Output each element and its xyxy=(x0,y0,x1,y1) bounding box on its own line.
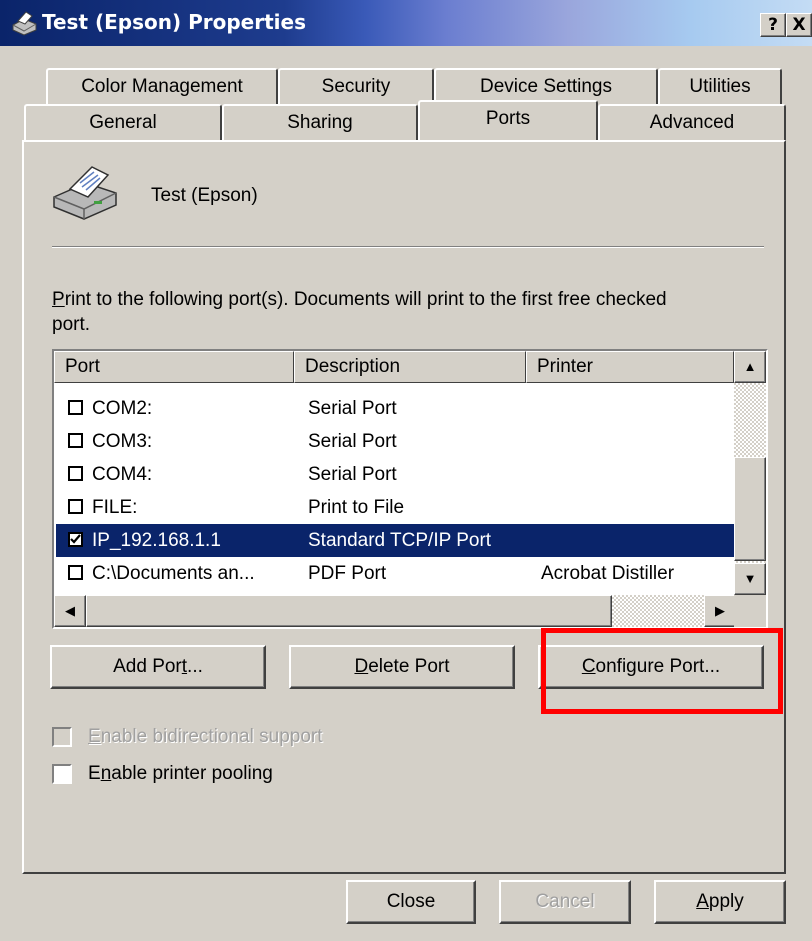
button-label: pply xyxy=(708,891,744,912)
horizontal-scrollbar[interactable]: ◀ ▶ xyxy=(54,595,736,627)
row-checkbox[interactable] xyxy=(68,400,83,415)
description-cell: Serial Port xyxy=(308,398,397,419)
scroll-right-button[interactable]: ▶ xyxy=(704,595,736,627)
instructions-body: rint to the following port(s). Documents… xyxy=(52,289,667,335)
vertical-scroll-thumb[interactable] xyxy=(734,457,766,561)
printer-pooling-label[interactable]: Enable printer pooling xyxy=(88,761,273,787)
table-row[interactable]: COM2: Serial Port xyxy=(56,392,736,425)
instructions-text: Print to the following port(s). Document… xyxy=(52,287,692,337)
tab-general[interactable]: General xyxy=(24,104,222,140)
printer-icon xyxy=(53,166,117,220)
port-cell: C:\Documents an... xyxy=(92,563,255,584)
horizontal-scroll-thumb[interactable] xyxy=(86,595,612,627)
port-cell: COM3: xyxy=(92,431,153,452)
tab-advanced[interactable]: Advanced xyxy=(598,104,786,140)
port-cell: COM4: xyxy=(92,464,153,485)
separator xyxy=(52,246,764,248)
port-list[interactable]: Port Description Printer COM2: Serial Po… xyxy=(52,349,768,629)
row-checkbox-checked[interactable] xyxy=(68,532,83,547)
button-label: Add Por xyxy=(113,656,182,677)
printer-icon xyxy=(12,11,37,36)
tab-ports[interactable]: Ports xyxy=(418,100,598,140)
tab-device-settings[interactable]: Device Settings xyxy=(434,68,658,104)
row-checkbox[interactable] xyxy=(68,499,83,514)
row-checkbox[interactable] xyxy=(68,466,83,481)
add-port-button[interactable]: Add Port... xyxy=(50,645,266,689)
button-accelerator: A xyxy=(696,891,709,912)
description-cell: PDF Port xyxy=(308,563,387,584)
table-row[interactable]: COM4: Serial Port xyxy=(56,458,736,491)
description-cell: Standard TCP/IP Port xyxy=(308,530,492,551)
button-label-end: elete Port xyxy=(368,656,450,677)
description-cell: Print to File xyxy=(308,497,405,518)
description-cell: Serial Port xyxy=(308,464,397,485)
column-header-description[interactable]: Description xyxy=(294,351,526,383)
scroll-up-button[interactable]: ▲ xyxy=(734,351,766,383)
description-cell: Serial Port xyxy=(308,431,397,452)
tab-color-management[interactable]: Color Management xyxy=(46,68,278,104)
help-button[interactable]: ? xyxy=(760,13,786,37)
button-accelerator: D xyxy=(354,656,369,677)
bidirectional-support-checkbox xyxy=(52,727,72,747)
column-header-port[interactable]: Port xyxy=(54,351,294,383)
port-cell: IP_192.168.1.1 xyxy=(92,530,221,551)
printer-cell: Acrobat Distiller xyxy=(541,563,675,584)
row-checkbox[interactable] xyxy=(68,565,83,580)
tab-security[interactable]: Security xyxy=(278,68,434,104)
scrollbar-corner xyxy=(734,595,766,627)
port-cell: FILE: xyxy=(92,497,138,518)
table-row[interactable]: FILE: Print to File xyxy=(56,491,736,524)
table-row[interactable]: COM3: Serial Port xyxy=(56,425,736,458)
table-row[interactable]: C:\Documents an... PDF Port Acrobat Dist… xyxy=(56,557,736,590)
apply-button[interactable]: Apply xyxy=(654,880,786,924)
printer-pooling-checkbox[interactable] xyxy=(52,764,72,784)
column-header-printer[interactable]: Printer xyxy=(526,351,734,383)
tab-sharing[interactable]: Sharing xyxy=(222,104,418,140)
scroll-down-button[interactable]: ▼ xyxy=(734,563,766,595)
delete-port-button[interactable]: Delete Port xyxy=(289,645,515,689)
row-checkbox[interactable] xyxy=(68,433,83,448)
highlight-box xyxy=(541,628,783,714)
bidirectional-support-label: Enable bidirectional support xyxy=(88,726,323,747)
close-window-button[interactable]: X xyxy=(786,13,812,37)
close-button[interactable]: Close xyxy=(346,880,476,924)
table-row-selected[interactable]: IP_192.168.1.1 Standard TCP/IP Port xyxy=(56,524,736,557)
vertical-scrollbar[interactable]: ▲ ▼ xyxy=(734,351,766,595)
cancel-button: Cancel xyxy=(499,880,631,924)
port-cell: COM2: xyxy=(92,398,153,419)
tab-utilities[interactable]: Utilities xyxy=(658,68,782,104)
scroll-left-button[interactable]: ◀ xyxy=(54,595,86,627)
title-bar: Test (Epson) Properties ? X xyxy=(0,0,812,46)
instructions-accelerator: P xyxy=(52,289,65,310)
printer-name: Test (Epson) xyxy=(151,185,258,206)
button-label-end: ... xyxy=(187,656,203,677)
check-icon xyxy=(70,534,81,544)
window-title: Test (Epson) Properties xyxy=(42,10,306,34)
